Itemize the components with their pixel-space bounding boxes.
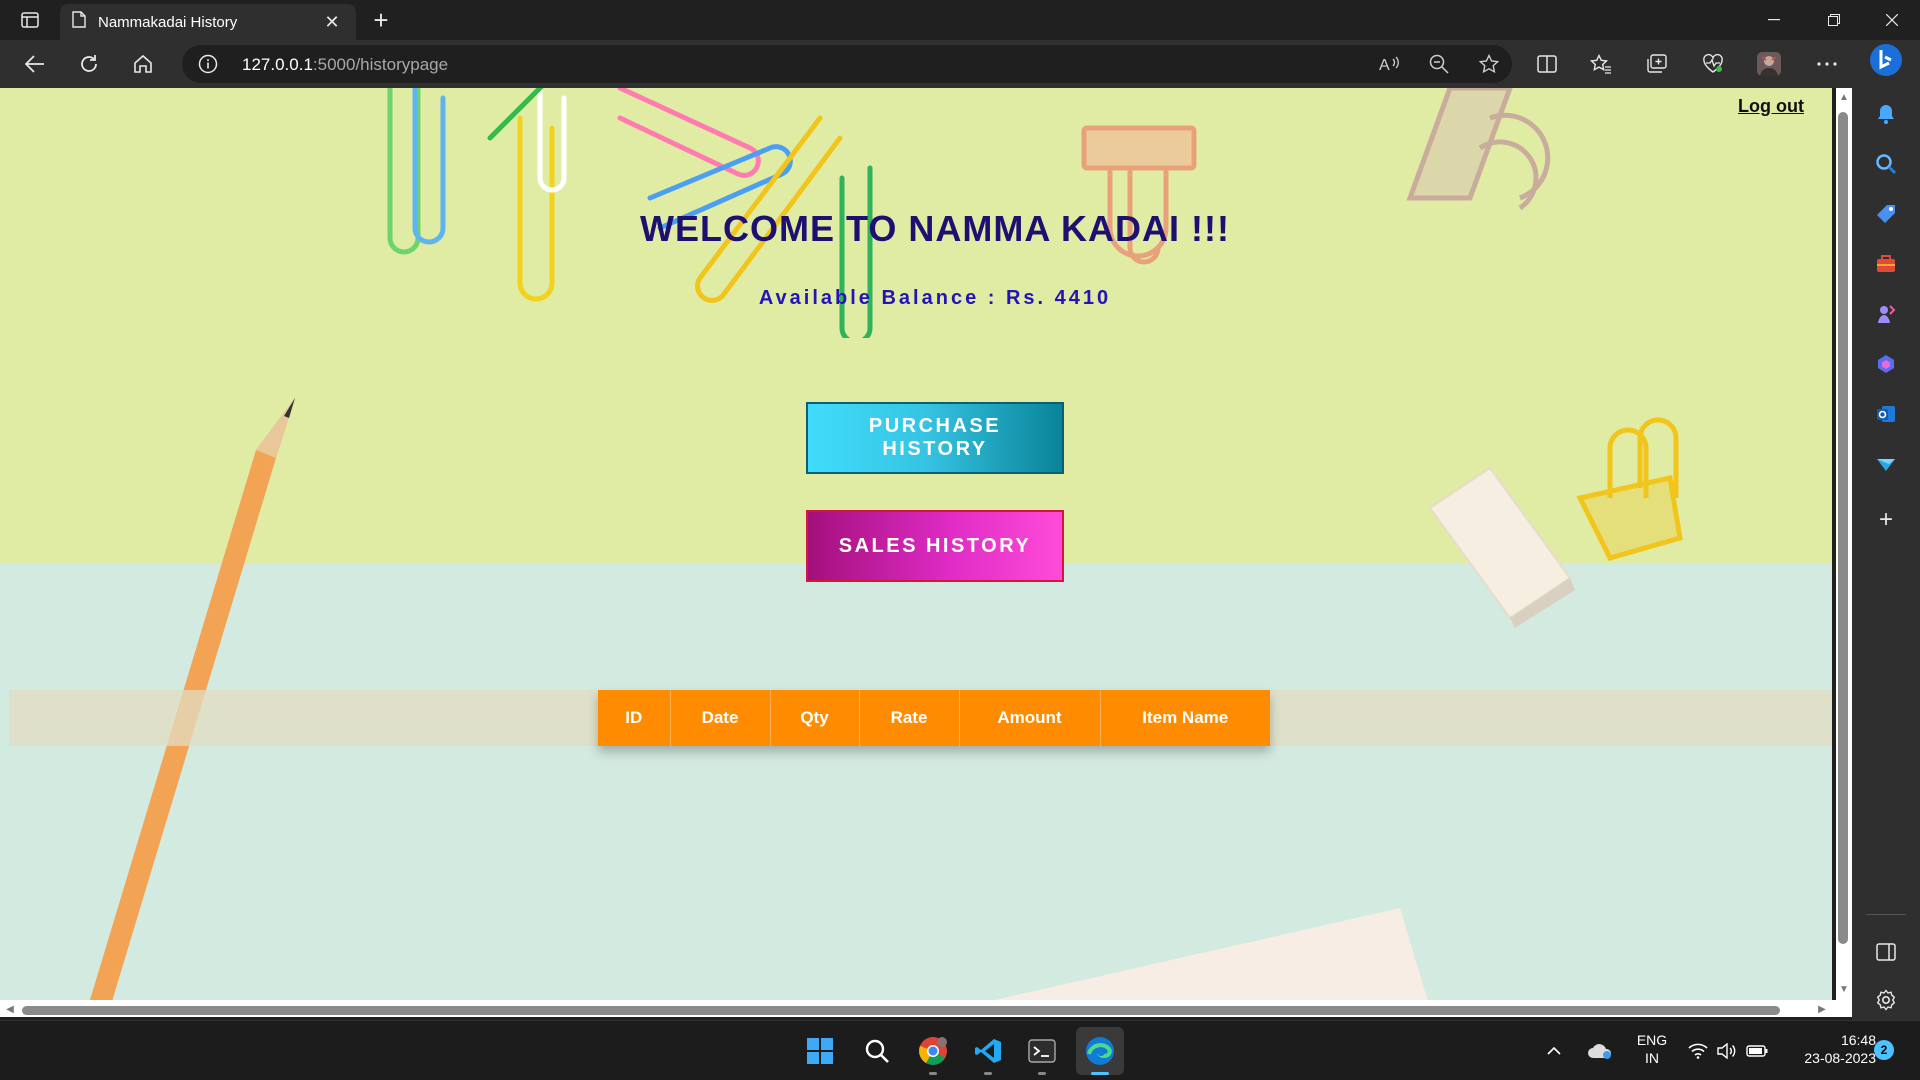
onedrive-cloud-icon[interactable] xyxy=(1582,1031,1618,1071)
back-arrow-icon[interactable] xyxy=(18,48,52,80)
sales-history-label: SALES HISTORY xyxy=(838,534,1032,557)
language-region: IN xyxy=(1645,1050,1659,1066)
shopping-tag-icon[interactable] xyxy=(1868,196,1904,232)
wifi-icon[interactable] xyxy=(1684,1031,1712,1071)
page-viewport: Log out WELCOME TO NAMMA KADAI !!! Avail… xyxy=(0,88,1836,1017)
start-windows-icon[interactable] xyxy=(800,1031,840,1071)
favorites-icon[interactable] xyxy=(1584,48,1618,80)
browser-essentials-icon[interactable] xyxy=(1696,48,1730,80)
vscode-icon[interactable] xyxy=(968,1031,1008,1071)
volume-icon[interactable] xyxy=(1712,1031,1740,1071)
drop-send-icon[interactable] xyxy=(1868,446,1904,482)
page-icon xyxy=(72,11,86,33)
vertical-scroll-thumb[interactable] xyxy=(1838,112,1848,944)
tools-briefcase-icon[interactable] xyxy=(1868,246,1904,282)
sidebar-divider xyxy=(1866,914,1906,915)
new-tab-button[interactable]: + xyxy=(366,6,396,36)
url-path: :5000/historypage xyxy=(312,55,449,74)
address-bar[interactable]: 127.0.0.1:5000/historypage A xyxy=(182,45,1512,83)
edge-running-indicator xyxy=(1091,1072,1109,1075)
url-text[interactable]: 127.0.0.1:5000/historypage xyxy=(242,55,448,75)
battery-icon[interactable] xyxy=(1742,1031,1772,1071)
tab-title: Nammakadai History xyxy=(98,13,238,31)
url-host: 127.0.0.1 xyxy=(242,55,313,74)
terminal-icon[interactable] xyxy=(1022,1031,1062,1071)
history-page: Log out WELCOME TO NAMMA KADAI !!! Avail… xyxy=(0,88,1832,1000)
binder-clip-image xyxy=(1576,417,1683,561)
more-options-icon[interactable] xyxy=(1810,48,1844,80)
edge-sidebar: + xyxy=(1852,40,1920,1020)
clock[interactable]: 16:48 23-08-2023 xyxy=(1780,1031,1876,1067)
refresh-icon[interactable] xyxy=(72,48,106,80)
available-balance: Available Balance : Rs. 4410 xyxy=(758,287,1112,309)
purchase-history-label: PURCHASE HISTORY xyxy=(868,415,1002,460)
chrome-icon[interactable] xyxy=(913,1031,953,1071)
language-code: ENG xyxy=(1636,1032,1668,1048)
clock-time: 16:48 xyxy=(1840,1032,1876,1048)
column-header-amount[interactable]: Amount xyxy=(959,690,1101,746)
notifications-bell-icon[interactable] xyxy=(1868,96,1904,132)
tab-actions-icon[interactable] xyxy=(12,8,48,32)
chrome-running-indicator xyxy=(929,1072,937,1075)
binder-clip-image xyxy=(1081,125,1197,265)
close-window-icon[interactable] xyxy=(1864,0,1920,40)
show-hidden-icons-chevron-icon[interactable] xyxy=(1542,1031,1566,1071)
profile-avatar[interactable] xyxy=(1752,48,1786,80)
column-header-date[interactable]: Date xyxy=(670,690,771,746)
eraser-image xyxy=(1428,466,1575,628)
add-sidebar-app-icon[interactable]: + xyxy=(1868,502,1904,538)
column-header-qty[interactable]: Qty xyxy=(770,690,860,746)
browser-toolbar: 127.0.0.1:5000/historypage A xyxy=(0,40,1920,88)
browser-titlebar: Nammakadai History ✕ + xyxy=(0,0,1920,40)
bing-copilot-icon[interactable] xyxy=(1868,42,1904,78)
page-title: WELCOME TO NAMMA KADAI !!! xyxy=(640,208,1230,249)
outlook-icon[interactable] xyxy=(1868,396,1904,432)
column-header-id[interactable]: ID xyxy=(598,690,671,746)
zoom-out-icon[interactable] xyxy=(1422,48,1456,80)
history-table: ID Date Qty Rate Amount Item Name xyxy=(598,690,1270,746)
edge-browser-icon[interactable] xyxy=(1080,1031,1120,1071)
notification-count-badge[interactable]: 2 xyxy=(1874,1040,1894,1060)
split-screen-icon[interactable] xyxy=(1530,48,1564,80)
browser-tab[interactable]: Nammakadai History ✕ xyxy=(60,4,356,40)
table-header-row: ID Date Qty Rate Amount Item Name xyxy=(598,690,1270,746)
horizontal-scroll-thumb[interactable] xyxy=(22,1006,1780,1015)
svg-text:A: A xyxy=(1379,57,1390,73)
scroll-right-arrow-icon[interactable]: ▶ xyxy=(1816,1004,1828,1016)
read-aloud-icon[interactable]: A xyxy=(1372,48,1406,80)
hide-sidebar-icon[interactable] xyxy=(1868,934,1904,970)
scroll-down-arrow-icon[interactable]: ▼ xyxy=(1838,984,1850,996)
paper-image xyxy=(995,908,1428,1000)
site-info-icon[interactable] xyxy=(198,54,218,79)
column-header-item-name[interactable]: Item Name xyxy=(1100,690,1270,746)
tab-close-icon[interactable]: ✕ xyxy=(320,12,344,33)
vscode-running-indicator xyxy=(984,1072,992,1075)
scroll-left-arrow-icon[interactable]: ◀ xyxy=(4,1004,16,1016)
scroll-up-arrow-icon[interactable]: ▲ xyxy=(1838,92,1850,104)
search-icon[interactable] xyxy=(1868,146,1904,182)
language-indicator[interactable]: ENG IN xyxy=(1630,1031,1674,1067)
microsoft-365-icon[interactable] xyxy=(1868,346,1904,382)
windows-taskbar: ENG IN 16:48 23-08-2023 xyxy=(0,1020,1920,1080)
terminal-running-indicator xyxy=(1038,1072,1046,1075)
clock-date: 23-08-2023 xyxy=(1804,1050,1876,1066)
purchase-history-button[interactable]: PURCHASE HISTORY xyxy=(806,402,1064,474)
restore-icon[interactable] xyxy=(1806,0,1862,40)
settings-gear-icon[interactable] xyxy=(1868,982,1904,1018)
column-header-rate[interactable]: Rate xyxy=(859,690,960,746)
games-icon[interactable] xyxy=(1868,296,1904,332)
favorite-star-icon[interactable] xyxy=(1472,48,1506,80)
logout-link[interactable]: Log out xyxy=(1738,96,1804,117)
taskbar-search-icon[interactable] xyxy=(857,1031,897,1071)
collections-icon[interactable] xyxy=(1640,48,1674,80)
home-icon[interactable] xyxy=(126,48,160,80)
minimize-icon[interactable] xyxy=(1746,0,1802,40)
sales-history-button[interactable]: SALES HISTORY xyxy=(806,510,1064,582)
